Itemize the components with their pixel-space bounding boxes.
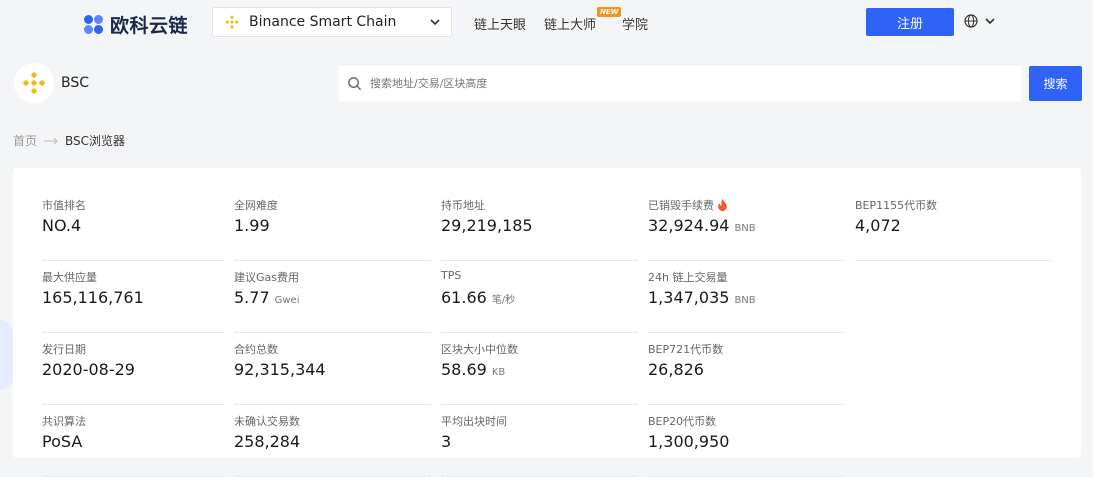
chain-short-name: BSC xyxy=(61,75,90,91)
stat-value: 2020-08-29 xyxy=(42,360,135,379)
brand-logo[interactable]: 欧科云链 xyxy=(84,11,188,38)
chevron-down-icon xyxy=(985,18,995,25)
stat-value: 1,347,035 BNB xyxy=(648,288,756,307)
stat-number: 32,924.94 xyxy=(648,216,730,235)
stat-number: 5.77 xyxy=(234,288,270,307)
nav-link-onchain-master[interactable]: 链上大师 xyxy=(544,14,596,33)
breadcrumb-current: BSC浏览器 xyxy=(65,134,126,148)
bsc-avatar xyxy=(14,63,54,103)
stat-value: 92,315,344 xyxy=(234,360,326,379)
stat-label: TPS xyxy=(441,269,462,282)
stat-market-rank: 市值排名 NO.4 xyxy=(42,197,224,261)
stat-value: 3 xyxy=(441,432,452,451)
stat-value: 4,072 xyxy=(855,216,901,235)
stat-issue-date: 发行日期 2020-08-29 xyxy=(42,341,224,405)
stat-value: 29,219,185 xyxy=(441,216,533,235)
stat-value: PoSA xyxy=(42,432,83,451)
stat-value: 258,284 xyxy=(234,432,301,451)
stat-block-size-median: 区块大小中位数 58.69 KB xyxy=(441,341,638,405)
bnb-icon xyxy=(225,15,239,29)
stats-card: 市值排名 NO.4 最大供应量 165,116,761 发行日期 2020-08… xyxy=(13,168,1081,477)
stat-onchain-volume-24h: 24h 链上交易量 1,347,035 BNB xyxy=(648,269,845,333)
stat-value: 32,924.94 BNB xyxy=(648,216,756,235)
breadcrumb: 首页 BSC浏览器 xyxy=(13,132,125,149)
stat-label: BEP20代币数 xyxy=(648,415,717,428)
stat-value: 165,116,761 xyxy=(42,288,144,307)
stat-bep1155-tokens: BEP1155代币数 4,072 xyxy=(855,197,1052,261)
bnb-icon xyxy=(22,71,46,95)
search-input[interactable] xyxy=(368,76,972,91)
stat-value: 1,300,950 xyxy=(648,432,730,451)
stat-value: 1.99 xyxy=(234,216,270,235)
stat-label: 未确认交易数 xyxy=(234,415,300,428)
stat-label: 平均出块时间 xyxy=(441,415,507,428)
stat-value: 5.77 Gwei xyxy=(234,288,299,307)
stat-label: 建议Gas费用 xyxy=(234,271,299,284)
signup-button[interactable]: 注册 xyxy=(866,8,954,36)
nav-link-onchain-eye[interactable]: 链上天眼 xyxy=(474,14,526,33)
stat-total-contracts: 合约总数 92,315,344 xyxy=(234,341,431,405)
language-selector[interactable] xyxy=(964,14,996,28)
search-icon xyxy=(348,77,362,91)
stat-bep721-tokens: BEP721代币数 26,826 xyxy=(648,341,845,405)
stat-label: 最大供应量 xyxy=(42,271,97,284)
stat-network-difficulty: 全网难度 1.99 xyxy=(234,197,431,261)
stat-unconfirmed-tx: 未确认交易数 258,284 xyxy=(234,413,431,477)
stat-label: 已销毁手续费 xyxy=(648,197,728,213)
stat-value: 61.66 笔/秒 xyxy=(441,288,515,307)
stat-suggested-gas: 建议Gas费用 5.77 Gwei xyxy=(234,269,431,333)
stat-max-supply: 最大供应量 165,116,761 xyxy=(42,269,224,333)
search-bar[interactable] xyxy=(339,66,1021,101)
stat-value: 58.69 KB xyxy=(441,360,505,379)
stat-label: BEP1155代币数 xyxy=(855,199,938,212)
brand-name: 欧科云链 xyxy=(110,15,189,37)
stat-number: 58.69 xyxy=(441,360,487,379)
stat-label: BEP721代币数 xyxy=(648,343,724,356)
stat-number: 61.66 xyxy=(441,288,487,307)
top-nav: 欧科云链 Binance Smart Chain 链上天眼 链上大师 NEW 学… xyxy=(0,0,1093,44)
stat-tps: TPS 61.66 笔/秒 xyxy=(441,269,638,333)
chain-selector[interactable]: Binance Smart Chain xyxy=(212,7,452,37)
stat-unit: Gwei xyxy=(274,295,300,306)
stat-value: NO.4 xyxy=(42,216,82,235)
stat-label: 发行日期 xyxy=(42,343,86,356)
stat-holder-addresses: 持币地址 29,219,185 xyxy=(441,197,638,261)
stat-label: 共识算法 xyxy=(42,415,86,428)
stat-label: 区块大小中位数 xyxy=(441,343,518,356)
stat-number: 1,347,035 xyxy=(648,288,730,307)
stat-unit: 笔/秒 xyxy=(491,295,516,306)
arrow-right-icon xyxy=(44,137,58,144)
stat-unit: BNB xyxy=(734,223,756,234)
stat-label: 持币地址 xyxy=(441,199,485,212)
stat-avg-block-time: 平均出块时间 3 xyxy=(441,413,638,477)
stat-unit: BNB xyxy=(734,295,756,306)
new-badge: NEW xyxy=(597,7,622,17)
fire-icon xyxy=(718,199,727,211)
stat-value: 26,826 xyxy=(648,360,704,379)
search-button[interactable]: 搜索 xyxy=(1029,66,1082,101)
nav-link-academy[interactable]: 学院 xyxy=(622,14,648,33)
stat-label: 合约总数 xyxy=(234,343,278,356)
stat-label: 全网难度 xyxy=(234,199,278,212)
chain-selector-value: Binance Smart Chain xyxy=(249,14,397,30)
stat-unit: KB xyxy=(491,367,506,378)
stat-bep20-tokens: BEP20代币数 1,300,950 xyxy=(648,413,845,477)
stat-consensus: 共识算法 PoSA xyxy=(42,413,224,477)
stat-burned-fees: 已销毁手续费 32,924.94 BNB xyxy=(648,197,845,261)
globe-icon xyxy=(964,14,978,28)
brand-logo-icon xyxy=(84,14,104,35)
stat-label-text: 已销毁手续费 xyxy=(648,199,714,212)
breadcrumb-home[interactable]: 首页 xyxy=(13,132,37,149)
stat-label: 24h 链上交易量 xyxy=(648,271,728,284)
chevron-down-icon xyxy=(430,19,440,26)
stat-label: 市值排名 xyxy=(42,199,86,212)
